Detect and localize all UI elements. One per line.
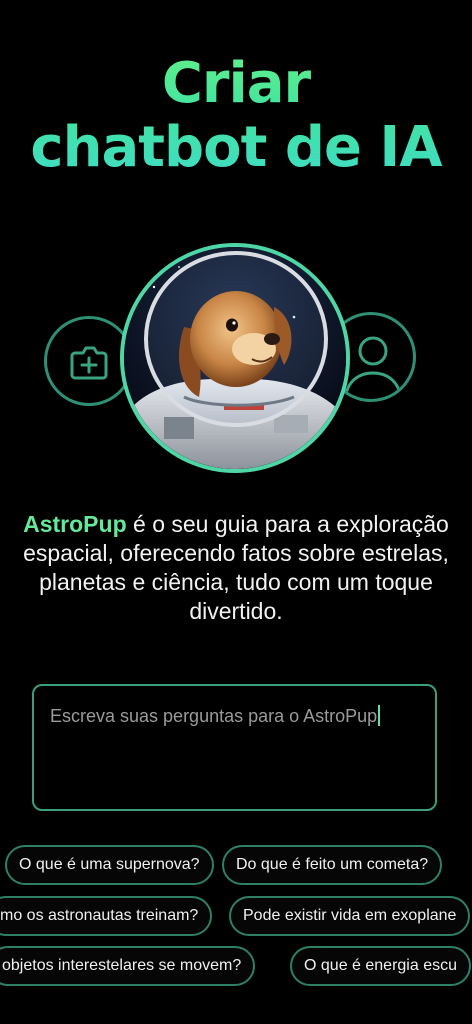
title-line-1: Criar [161, 51, 311, 116]
suggestion-chip[interactable]: objetos interestelares se movem? [0, 946, 256, 986]
suggestion-chip[interactable]: mo os astronautas treinam? [0, 896, 213, 936]
question-input-placeholder: Escreva suas perguntas para o AstroPup [50, 706, 378, 726]
astronaut-dog-avatar [124, 247, 346, 469]
suggestion-chip[interactable]: Pode existir vida em exoplane [229, 896, 471, 936]
question-input[interactable]: Escreva suas perguntas para o AstroPup [32, 684, 437, 811]
title-line-2: chatbot de IA [30, 115, 442, 180]
suggestion-chips: O que é uma supernova? Do que é feito um… [0, 830, 472, 1024]
suggestion-chip[interactable]: Do que é feito um cometa? [222, 845, 443, 885]
page-title: Criar chatbot de IA [0, 52, 472, 180]
suggestion-chip[interactable]: O que é energia escu [290, 946, 471, 986]
bot-name: AstroPup [23, 511, 127, 537]
bot-avatar[interactable] [120, 243, 350, 473]
suggestion-chip[interactable]: O que é uma supernova? [5, 845, 214, 885]
text-cursor [378, 705, 381, 726]
bot-description: AstroPup é o seu guia para a exploração … [10, 510, 462, 626]
add-photo-icon [70, 346, 108, 380]
